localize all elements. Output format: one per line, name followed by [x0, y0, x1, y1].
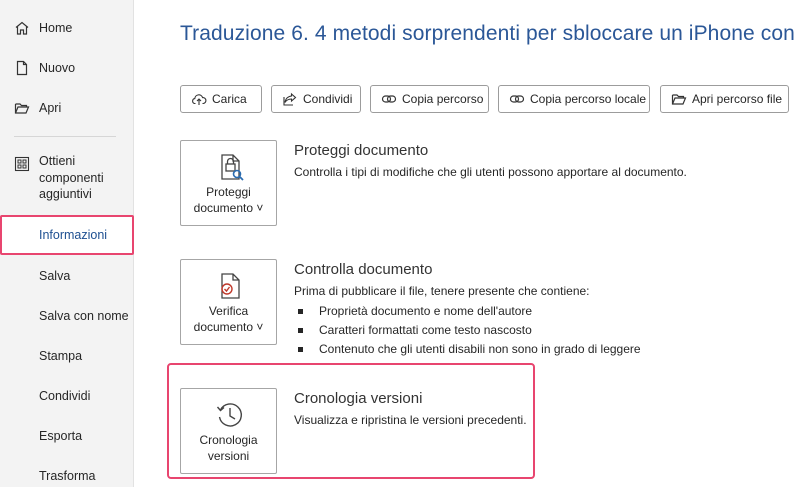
sidebar-item-label: Informazioni — [39, 228, 108, 242]
lock-document-icon — [214, 151, 246, 183]
section-title: Cronologia versioni — [294, 390, 423, 407]
link-icon — [381, 91, 397, 107]
sidebar-item-info[interactable]: Informazioni — [0, 215, 134, 255]
section-title: Controlla documento — [294, 261, 433, 278]
copy-path-button-label: Copia percorso — [402, 92, 484, 106]
sidebar-divider — [14, 136, 116, 137]
section-description: Controlla i tipi di modifiche che gli ut… — [294, 165, 687, 179]
home-icon — [13, 19, 31, 37]
copy-local-path-button[interactable]: Copia percorso locale — [498, 85, 650, 113]
share-button[interactable]: Condividi — [271, 85, 361, 113]
sidebar-item-print[interactable]: Stampa — [0, 336, 134, 376]
version-history-label: Cronologia versioni — [199, 433, 258, 463]
protect-document-label: Proteggi documento ˅ — [193, 185, 264, 215]
sidebar-item-label: Condividi — [39, 389, 91, 403]
sidebar-item-home[interactable]: Home — [0, 8, 134, 48]
list-item: Caratteri formattati come testo nascosto — [298, 323, 532, 337]
link-icon — [509, 91, 525, 107]
open-file-location-button[interactable]: Apri percorso file — [660, 85, 789, 113]
sidebar-item-label: Salva — [39, 269, 71, 283]
section-description: Visualizza e ripristina le versioni prec… — [294, 413, 527, 427]
version-history-button[interactable]: Cronologia versioni — [180, 388, 277, 474]
sidebar-item-share[interactable]: Condividi — [0, 376, 134, 416]
sidebar-item-save[interactable]: Salva — [0, 256, 134, 296]
open-file-location-button-label: Apri percorso file — [692, 92, 783, 106]
sidebar-item-label: Apri — [39, 101, 62, 115]
sidebar-item-open[interactable]: Apri — [0, 88, 134, 128]
new-document-icon — [13, 59, 31, 77]
addins-grid-icon — [13, 155, 31, 173]
share-button-label: Condividi — [303, 92, 353, 106]
sidebar-item-save-as[interactable]: Salva con nome — [0, 296, 134, 336]
sidebar-item-export[interactable]: Esporta — [0, 416, 134, 456]
folder-open-icon — [671, 91, 687, 107]
sidebar-item-addins[interactable]: Ottieni componenti aggiuntivi — [0, 153, 134, 211]
open-folder-icon — [13, 99, 31, 117]
sidebar-item-label: Nuovo — [39, 61, 76, 75]
protect-document-button[interactable]: Proteggi documento ˅ — [180, 140, 277, 226]
section-description: Prima di pubblicare il file, tenere pres… — [294, 284, 590, 298]
share-icon — [282, 91, 298, 107]
inspect-document-button[interactable]: Verifica documento ˅ — [180, 259, 277, 345]
list-item: Contenuto che gli utenti disabili non so… — [298, 342, 641, 356]
sidebar-item-label: Salva con nome — [39, 309, 129, 323]
sidebar-item-label: Home — [39, 21, 73, 35]
sidebar-item-label: Trasforma — [39, 469, 96, 483]
page-title: Traduzione 6. 4 metodi sorprendenti per … — [180, 22, 798, 45]
copy-local-path-button-label: Copia percorso locale — [530, 92, 647, 106]
section-title: Proteggi documento — [294, 142, 429, 159]
upload-button-label: Carica — [212, 92, 247, 106]
sidebar-item-label: Ottieni componenti aggiuntivi — [39, 154, 104, 201]
backstage-sidebar: Home Nuovo Apri Ottieni componenti aggiu… — [0, 0, 134, 487]
sidebar-item-transform[interactable]: Trasforma — [0, 456, 134, 496]
copy-path-button[interactable]: Copia percorso — [370, 85, 489, 113]
sidebar-item-label: Esporta — [39, 429, 83, 443]
history-clock-icon — [214, 399, 246, 431]
upload-button[interactable]: Carica — [180, 85, 262, 113]
list-item: Proprietà documento e nome dell'autore — [298, 304, 532, 318]
sidebar-item-label: Stampa — [39, 349, 83, 363]
upload-cloud-icon — [191, 91, 207, 107]
check-document-icon — [214, 270, 246, 302]
sidebar-item-new[interactable]: Nuovo — [0, 48, 134, 88]
inspect-document-label: Verifica documento ˅ — [193, 304, 264, 334]
